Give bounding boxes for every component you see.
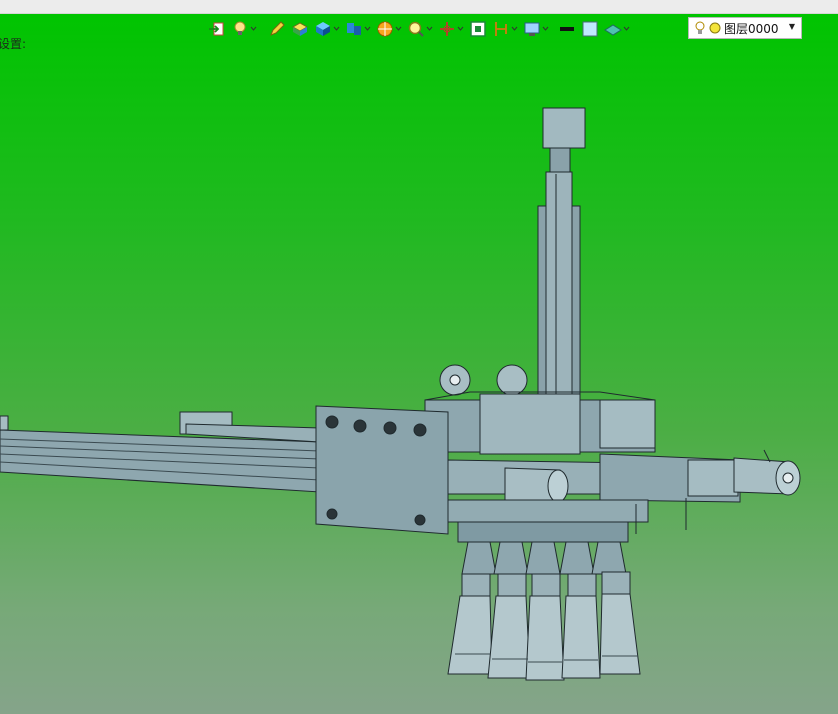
- window-top-strip: [0, 0, 838, 14]
- cad-3d-viewport[interactable]: 设置: 图层0000 ▼: [0, 14, 838, 714]
- cad-model-gantry[interactable]: [0, 14, 838, 714]
